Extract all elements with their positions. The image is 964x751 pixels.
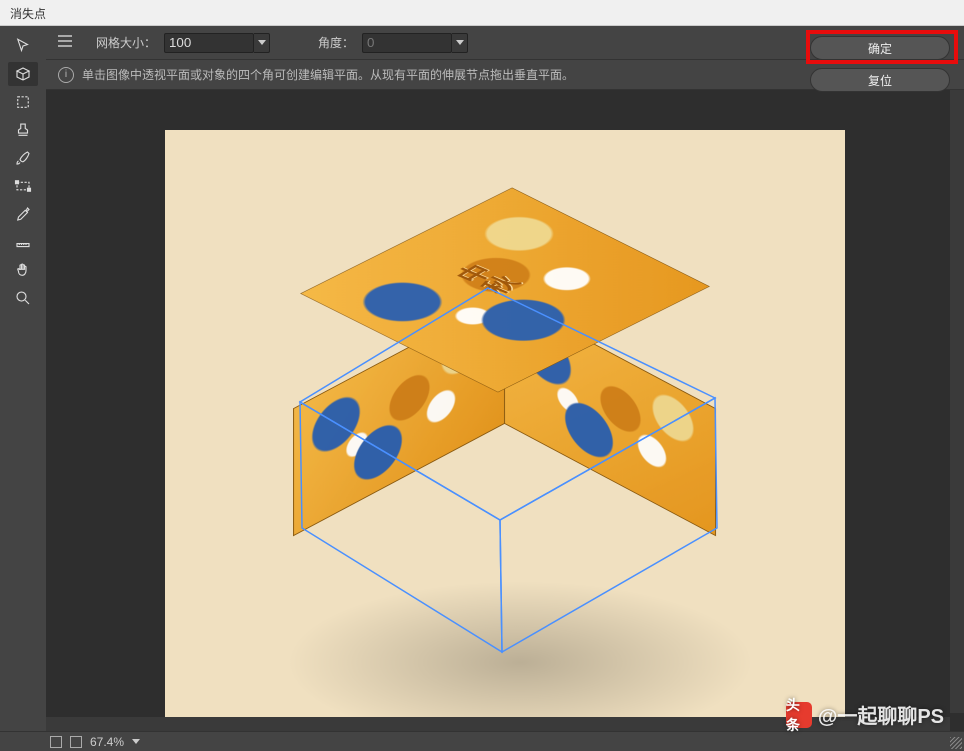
right-pane: 网格大小： 角度： i 单击图像中透视平面或对象的四个角可创建编辑平面。从现有平… bbox=[46, 26, 964, 731]
create-plane-tool[interactable] bbox=[8, 62, 38, 86]
canvas[interactable]: 中秋 bbox=[165, 130, 845, 724]
watermark-text: @一起聊聊PS bbox=[818, 700, 944, 729]
toolbox bbox=[0, 26, 46, 731]
options-menu-icon[interactable] bbox=[54, 31, 76, 54]
watermark: 头条 @一起聊聊PS bbox=[786, 700, 944, 729]
action-buttons: 确定 复位 bbox=[810, 36, 950, 92]
zoom-tool[interactable] bbox=[8, 286, 38, 310]
ok-button[interactable]: 确定 bbox=[810, 36, 950, 60]
transform-tool[interactable] bbox=[8, 174, 38, 198]
info-icon: i bbox=[58, 67, 74, 83]
angle-label: 角度： bbox=[318, 34, 354, 51]
angle-dropdown-icon[interactable] bbox=[452, 33, 468, 53]
reset-button[interactable]: 复位 bbox=[810, 68, 950, 92]
main-container: 网格大小： 角度： i 单击图像中透视平面或对象的四个角可创建编辑平面。从现有平… bbox=[0, 26, 964, 731]
grid-size-dropdown-icon[interactable] bbox=[254, 33, 270, 53]
statusbar: 67.4% bbox=[0, 731, 964, 751]
watermark-logo-icon: 头条 bbox=[786, 702, 812, 728]
box-shadow bbox=[285, 580, 755, 724]
brush-tool[interactable] bbox=[8, 146, 38, 170]
resize-grip-icon[interactable] bbox=[950, 737, 962, 749]
grid-size-input[interactable] bbox=[164, 33, 254, 53]
angle-input[interactable] bbox=[362, 33, 452, 53]
view-mode-icon-1[interactable] bbox=[50, 736, 62, 748]
view-mode-icon-2[interactable] bbox=[70, 736, 82, 748]
box-top-face: 中秋 bbox=[300, 187, 710, 392]
stamp-tool[interactable] bbox=[8, 118, 38, 142]
grid-size-label: 网格大小： bbox=[96, 34, 156, 51]
zoom-level[interactable]: 67.4% bbox=[90, 735, 124, 749]
info-hint: 单击图像中透视平面或对象的四个角可创建编辑平面。从现有平面的伸展节点拖出垂直平面… bbox=[82, 66, 574, 83]
measure-tool[interactable] bbox=[8, 230, 38, 254]
zoom-dropdown-icon[interactable] bbox=[132, 739, 140, 744]
hand-tool[interactable] bbox=[8, 258, 38, 282]
pointer-tool[interactable] bbox=[8, 34, 38, 58]
canvas-area: 中秋 bbox=[46, 90, 964, 731]
vertical-scrollbar[interactable] bbox=[950, 90, 964, 713]
marquee-tool[interactable] bbox=[8, 90, 38, 114]
window-titlebar: 消失点 bbox=[0, 0, 964, 26]
window-title: 消失点 bbox=[10, 7, 46, 21]
eyedropper-tool[interactable] bbox=[8, 202, 38, 226]
